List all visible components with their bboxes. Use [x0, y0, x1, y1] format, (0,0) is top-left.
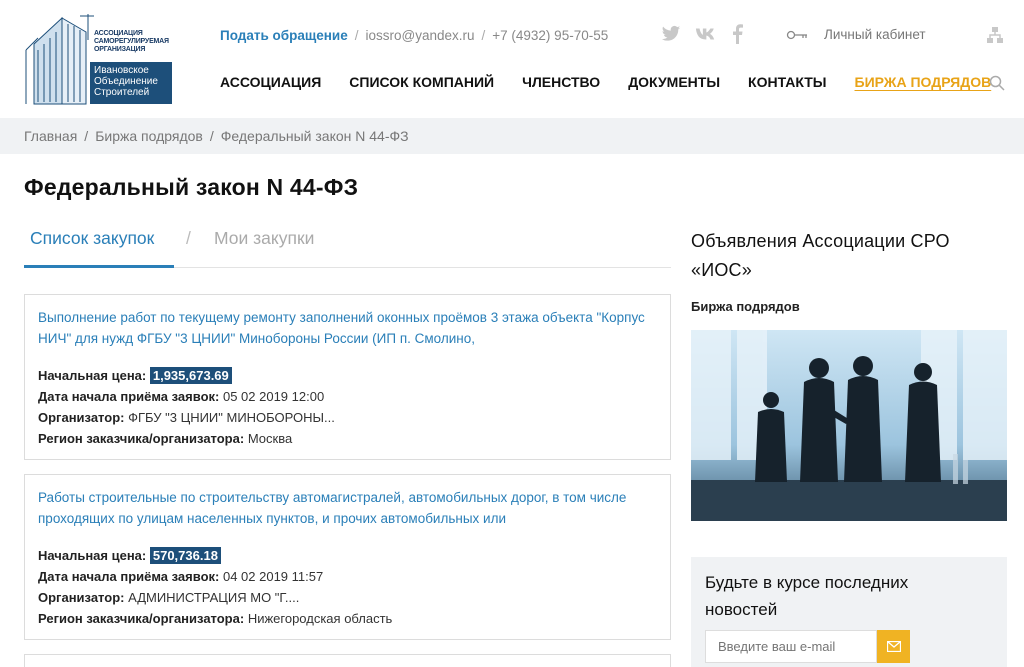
date-value: 05 02 2019 12:00: [222, 389, 325, 404]
sitemap-icon[interactable]: [986, 26, 1004, 44]
envelope-icon: [886, 641, 901, 652]
breadcrumb: Главная / Биржа подрядов / Федеральный закон…: [24, 128, 409, 144]
submit-appeal-link[interactable]: Подать обращение: [220, 28, 348, 43]
region-row: Регион заказчика/организатора: Нижегород…: [38, 608, 657, 629]
date-row: Дата начала приёма заявок: 04 02 2019 11…: [38, 566, 657, 587]
region-label: Регион заказчика/организатора:: [38, 431, 245, 446]
logo-caption: Ассоциация саморегулируемая организация: [94, 30, 169, 54]
tab-my-purchases[interactable]: Мои закупки: [214, 228, 314, 268]
top-links: Подать обращение / iossro@yandex.ru / +7…: [220, 27, 608, 43]
date-label: Дата начала приёма заявок:: [38, 389, 220, 404]
organizer-label: Организатор:: [38, 410, 125, 425]
organizer-row: Организатор: ФГБУ "3 ЦНИИ" МИНОБОРОНЫ...: [38, 407, 657, 428]
price-row: Начальная цена: 1,935,673.69: [38, 365, 657, 386]
price-value: 570,736.18: [149, 547, 221, 564]
separator: /: [209, 128, 214, 144]
nav-item-membership[interactable]: ЧЛЕНСТВО: [522, 74, 600, 90]
price-label: Начальная цена:: [38, 368, 147, 383]
logo-plate-line: Ивановское: [94, 65, 149, 76]
purchase-card: Работы строительные по строительству авт…: [24, 474, 671, 640]
separator: /: [481, 27, 486, 43]
search-icon[interactable]: [989, 75, 1005, 91]
date-label: Дата начала приёма заявок:: [38, 569, 220, 584]
organizer-value: АДМИНИСТРАЦИЯ МО "Г....: [128, 590, 300, 605]
breadcrumb-home[interactable]: Главная: [24, 128, 77, 144]
breadcrumb-bar: Главная / Биржа подрядов / Федеральный закон…: [0, 118, 1024, 154]
twitter-icon[interactable]: [661, 25, 681, 43]
subscribe-button[interactable]: [877, 630, 910, 663]
price-value: 1,935,673.69: [149, 367, 232, 384]
nav-item-contacts[interactable]: КОНТАКТЫ: [748, 74, 826, 90]
nav-item-companies[interactable]: СПИСОК КОМПАНИЙ: [349, 74, 494, 90]
nav-item-documents[interactable]: ДОКУМЕНТЫ: [628, 74, 720, 90]
nav-item-association[interactable]: АССОЦИАЦИЯ: [220, 74, 321, 90]
key-icon: [786, 30, 807, 39]
breadcrumb-current: Федеральный закон N 44-ФЗ: [220, 128, 409, 144]
logo-plate-line: Объединение: [94, 76, 158, 87]
handshake-image[interactable]: [691, 330, 1007, 521]
separator: /: [354, 27, 359, 43]
date-value: 04 02 2019 11:57: [222, 569, 324, 584]
tab-separator: /: [186, 228, 191, 248]
region-label: Регион заказчика/организатора:: [38, 611, 245, 626]
region-value: Нижегородская область: [247, 611, 393, 626]
logo-caption-line: Ассоциация: [94, 30, 143, 37]
logo-plate-line: Строителей: [94, 87, 150, 98]
tab-purchase-list[interactable]: Список закупок: [24, 228, 174, 268]
sidebar-title: Объявления Ассоциации СРО «ИОС»: [691, 231, 950, 280]
vk-icon[interactable]: [695, 27, 717, 41]
breadcrumb-exchange[interactable]: Биржа подрядов: [95, 128, 203, 144]
facebook-icon[interactable]: [731, 24, 743, 44]
account-label: Личный кабинет: [824, 27, 926, 42]
site-header: Ассоциация саморегулируемая организация …: [0, 0, 1024, 118]
separator: /: [84, 128, 89, 144]
logo-caption-line: саморегулируемая: [94, 38, 169, 45]
purchase-card: [24, 654, 671, 667]
account-link[interactable]: Личный кабинет: [786, 27, 926, 42]
purchase-details: Начальная цена: 1,935,673.69 Дата начала…: [38, 365, 657, 449]
business-handshake-photo: [691, 330, 1007, 521]
date-row: Дата начала приёма заявок: 05 02 2019 12…: [38, 386, 657, 407]
nav-item-exchange[interactable]: БИРЖА ПОДРЯДОВ: [855, 74, 992, 90]
logo-caption-line: организация: [94, 46, 146, 53]
region-value: Москва: [247, 431, 293, 446]
logo-plate: Ивановское Объединение Строителей: [90, 62, 172, 104]
social-links: [661, 24, 743, 44]
page-title: Федеральный закон N 44-ФЗ: [24, 174, 359, 200]
organizer-row: Организатор: АДМИНИСТРАЦИЯ МО "Г....: [38, 587, 657, 608]
purchase-title-link[interactable]: Выполнение работ по текущему ремонту зап…: [38, 307, 657, 349]
phone-link[interactable]: +7 (4932) 95-70-55: [492, 28, 608, 43]
tabs: Список закупок / Мои закупки: [24, 228, 671, 268]
building-logo-icon: [25, 14, 94, 105]
main-nav: АССОЦИАЦИЯ СПИСОК КОМПАНИЙ ЧЛЕНСТВО ДОКУ…: [220, 74, 991, 90]
email-link[interactable]: iossro@yandex.ru: [365, 28, 474, 43]
email-field[interactable]: [705, 630, 877, 663]
newsletter-title: Будьте в курсе последних новостей: [705, 573, 909, 619]
sidebar-subtitle[interactable]: Биржа подрядов: [691, 299, 800, 314]
purchase-card: Выполнение работ по текущему ремонту зап…: [24, 294, 671, 460]
purchase-details: Начальная цена: 570,736.18 Дата начала п…: [38, 545, 657, 629]
site-logo[interactable]: Ассоциация саморегулируемая организация …: [24, 10, 172, 106]
organizer-value: ФГБУ "3 ЦНИИ" МИНОБОРОНЫ...: [128, 410, 335, 425]
newsletter-box: Будьте в курсе последних новостей: [691, 557, 1007, 667]
price-label: Начальная цена:: [38, 548, 147, 563]
price-row: Начальная цена: 570,736.18: [38, 545, 657, 566]
purchase-title-link[interactable]: Работы строительные по строительству авт…: [38, 487, 657, 529]
region-row: Регион заказчика/организатора: Москва: [38, 428, 657, 449]
organizer-label: Организатор:: [38, 590, 125, 605]
